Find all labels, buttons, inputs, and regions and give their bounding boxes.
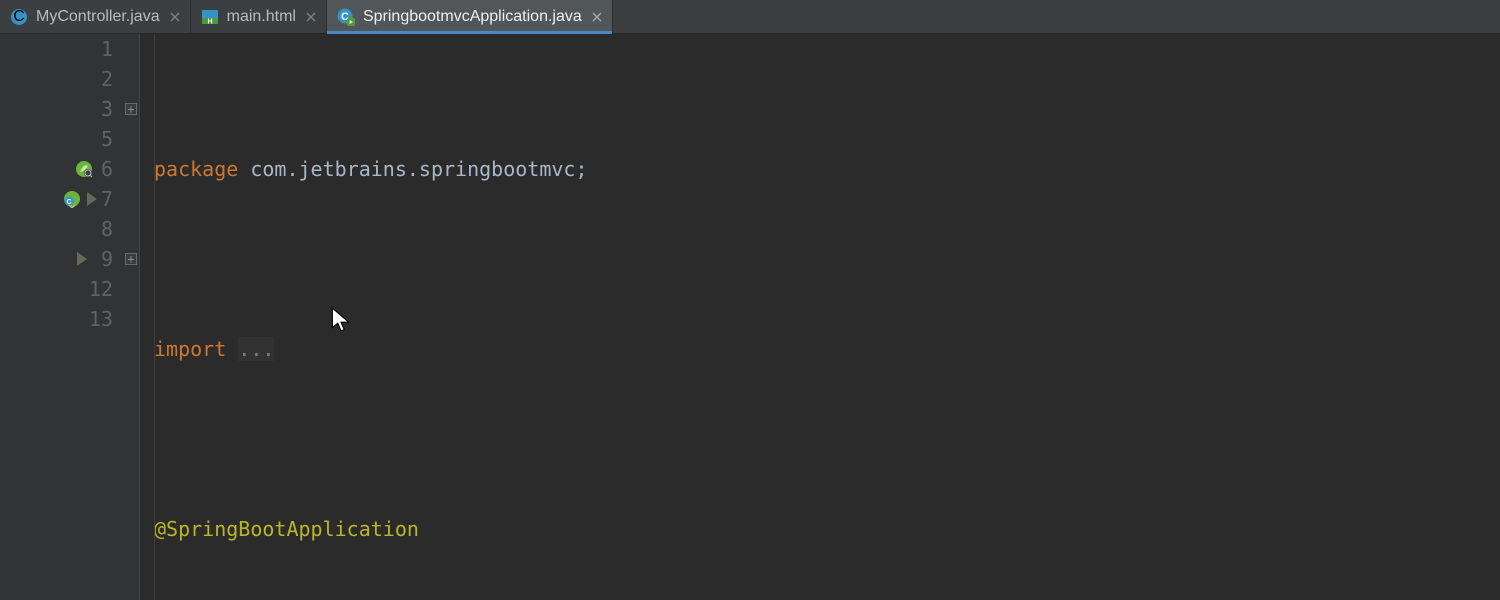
line-number: 6 [93, 154, 113, 184]
gutter-line[interactable]: 13 [0, 304, 139, 334]
line-number: 12 [89, 274, 113, 304]
code-line: @SpringBootApplication [154, 514, 1500, 544]
fold-expand-icon[interactable]: + [125, 103, 137, 115]
tab-mycontroller[interactable]: C MyController.java [0, 0, 191, 33]
line-number: 5 [93, 124, 113, 154]
spring-run-icon[interactable]: C [63, 190, 81, 208]
line-number: 8 [93, 214, 113, 244]
line-number: 3 [93, 94, 113, 124]
close-icon[interactable] [304, 10, 318, 24]
gutter-line[interactable]: 1 [0, 34, 139, 64]
svg-text:C: C [66, 199, 71, 206]
mouse-cursor-icon [258, 276, 280, 304]
run-icon[interactable] [77, 252, 87, 266]
editor-tab-bar: C MyController.java H main.html C [0, 0, 1500, 34]
line-number: 9 [93, 244, 113, 274]
gutter-line[interactable]: 6 [0, 154, 139, 184]
java-class-icon: C [10, 8, 28, 26]
tab-label: main.html [227, 8, 296, 26]
tab-main-html[interactable]: H main.html [191, 0, 327, 33]
gutter-line[interactable]: 8 [0, 214, 139, 244]
gutter-line[interactable]: 2 [0, 64, 139, 94]
gutter: 1 2 3 + 5 6 C 7 8 9 [0, 34, 140, 600]
tab-springbootmvc-application[interactable]: C SpringbootmvcApplication.java [327, 0, 613, 33]
code-editor[interactable]: 1 2 3 + 5 6 C 7 8 9 [0, 34, 1500, 600]
gutter-line[interactable]: 9 + [0, 244, 139, 274]
spring-bean-icon[interactable] [75, 160, 93, 178]
gutter-line[interactable]: 12 [0, 274, 139, 304]
close-icon[interactable] [590, 10, 604, 24]
tab-label: SpringbootmvcApplication.java [363, 8, 582, 26]
java-runnable-class-icon: C [337, 8, 355, 26]
gutter-line[interactable]: 3 + [0, 94, 139, 124]
html-file-icon: H [201, 8, 219, 26]
run-icon[interactable] [87, 192, 97, 206]
svg-text:H: H [207, 18, 212, 25]
fold-expand-icon[interactable]: + [125, 253, 137, 265]
tab-label: MyController.java [36, 8, 160, 26]
code-line [154, 424, 1500, 454]
svg-text:C: C [13, 8, 25, 25]
line-number: 1 [93, 34, 113, 64]
code-line [154, 244, 1500, 274]
line-number: 13 [89, 304, 113, 334]
code-line: package com.jetbrains.springbootmvc; [154, 154, 1500, 184]
code-line: import ... [154, 334, 1500, 364]
gutter-line[interactable]: 5 [0, 124, 139, 154]
line-number: 2 [93, 64, 113, 94]
code-area[interactable]: package com.jetbrains.springbootmvc; imp… [140, 34, 1500, 600]
close-icon[interactable] [168, 10, 182, 24]
gutter-line[interactable]: C 7 [0, 184, 139, 214]
